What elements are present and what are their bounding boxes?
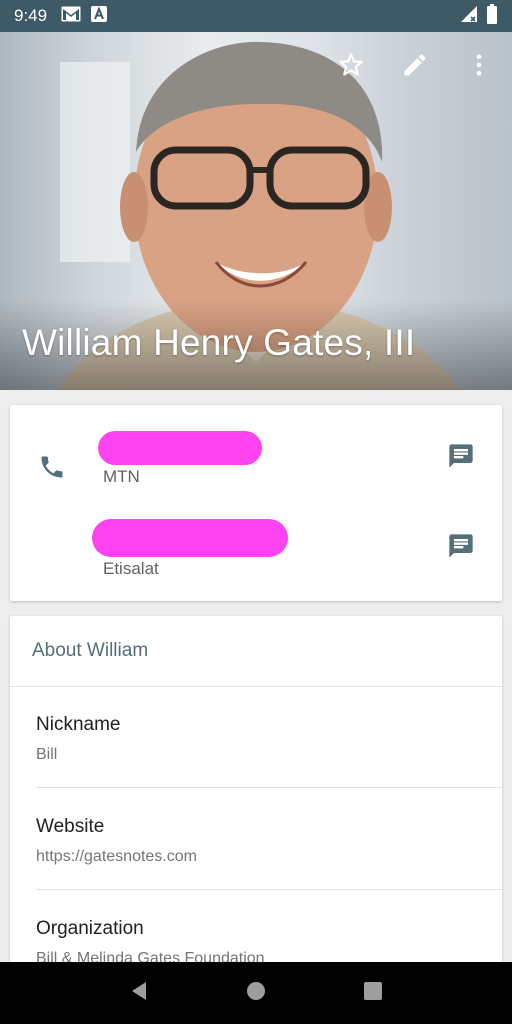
home-circle-icon: [246, 981, 266, 1006]
more-options-button[interactable]: [462, 50, 496, 84]
phone-label: MTN: [103, 467, 140, 486]
battery-icon: [486, 3, 498, 29]
favorite-button[interactable]: [334, 50, 368, 84]
navigation-bar: [0, 962, 512, 1024]
star-outline-icon: [337, 51, 365, 84]
phone-row-etisalat[interactable]: Etisalat: [10, 507, 502, 599]
message-icon: [447, 532, 475, 565]
field-label: Website: [36, 816, 105, 837]
recents-button[interactable]: [353, 973, 393, 1013]
redaction-mark: [92, 519, 288, 557]
pencil-icon: [401, 51, 429, 84]
phone-icon: [38, 453, 66, 486]
contact-header: William Henry Gates, III: [0, 32, 512, 390]
field-label: Organization: [36, 918, 144, 939]
phone-row-mtn[interactable]: MTN: [10, 415, 502, 507]
field-value: https://gatesnotes.com: [36, 848, 197, 865]
status-time: 9:49: [14, 6, 48, 25]
text-a-icon: [91, 5, 108, 27]
about-card: About William Nickname Bill Website http…: [10, 616, 502, 976]
redaction-mark: [98, 431, 262, 465]
signal-icon: [460, 5, 478, 28]
field-label: Nickname: [36, 714, 121, 735]
home-button[interactable]: [236, 973, 276, 1013]
contact-name: William Henry Gates, III: [22, 322, 416, 363]
about-title: About William: [32, 640, 149, 661]
back-button[interactable]: [119, 973, 159, 1013]
status-bar: 9:49: [0, 0, 512, 32]
more-vert-icon: [465, 51, 493, 84]
back-triangle-icon: [128, 980, 150, 1007]
phone-label: Etisalat: [103, 559, 159, 578]
field-nickname[interactable]: Nickname Bill: [36, 686, 502, 788]
edit-button[interactable]: [398, 50, 432, 84]
phones-card: MTN Etisalat: [10, 405, 502, 601]
field-website[interactable]: Website https://gatesnotes.com: [36, 788, 502, 890]
message-icon: [447, 442, 475, 475]
send-message-button[interactable]: [444, 441, 478, 475]
gmail-icon: [61, 6, 81, 27]
field-value: Bill: [36, 746, 58, 763]
recents-square-icon: [363, 981, 383, 1006]
send-message-button[interactable]: [444, 531, 478, 565]
